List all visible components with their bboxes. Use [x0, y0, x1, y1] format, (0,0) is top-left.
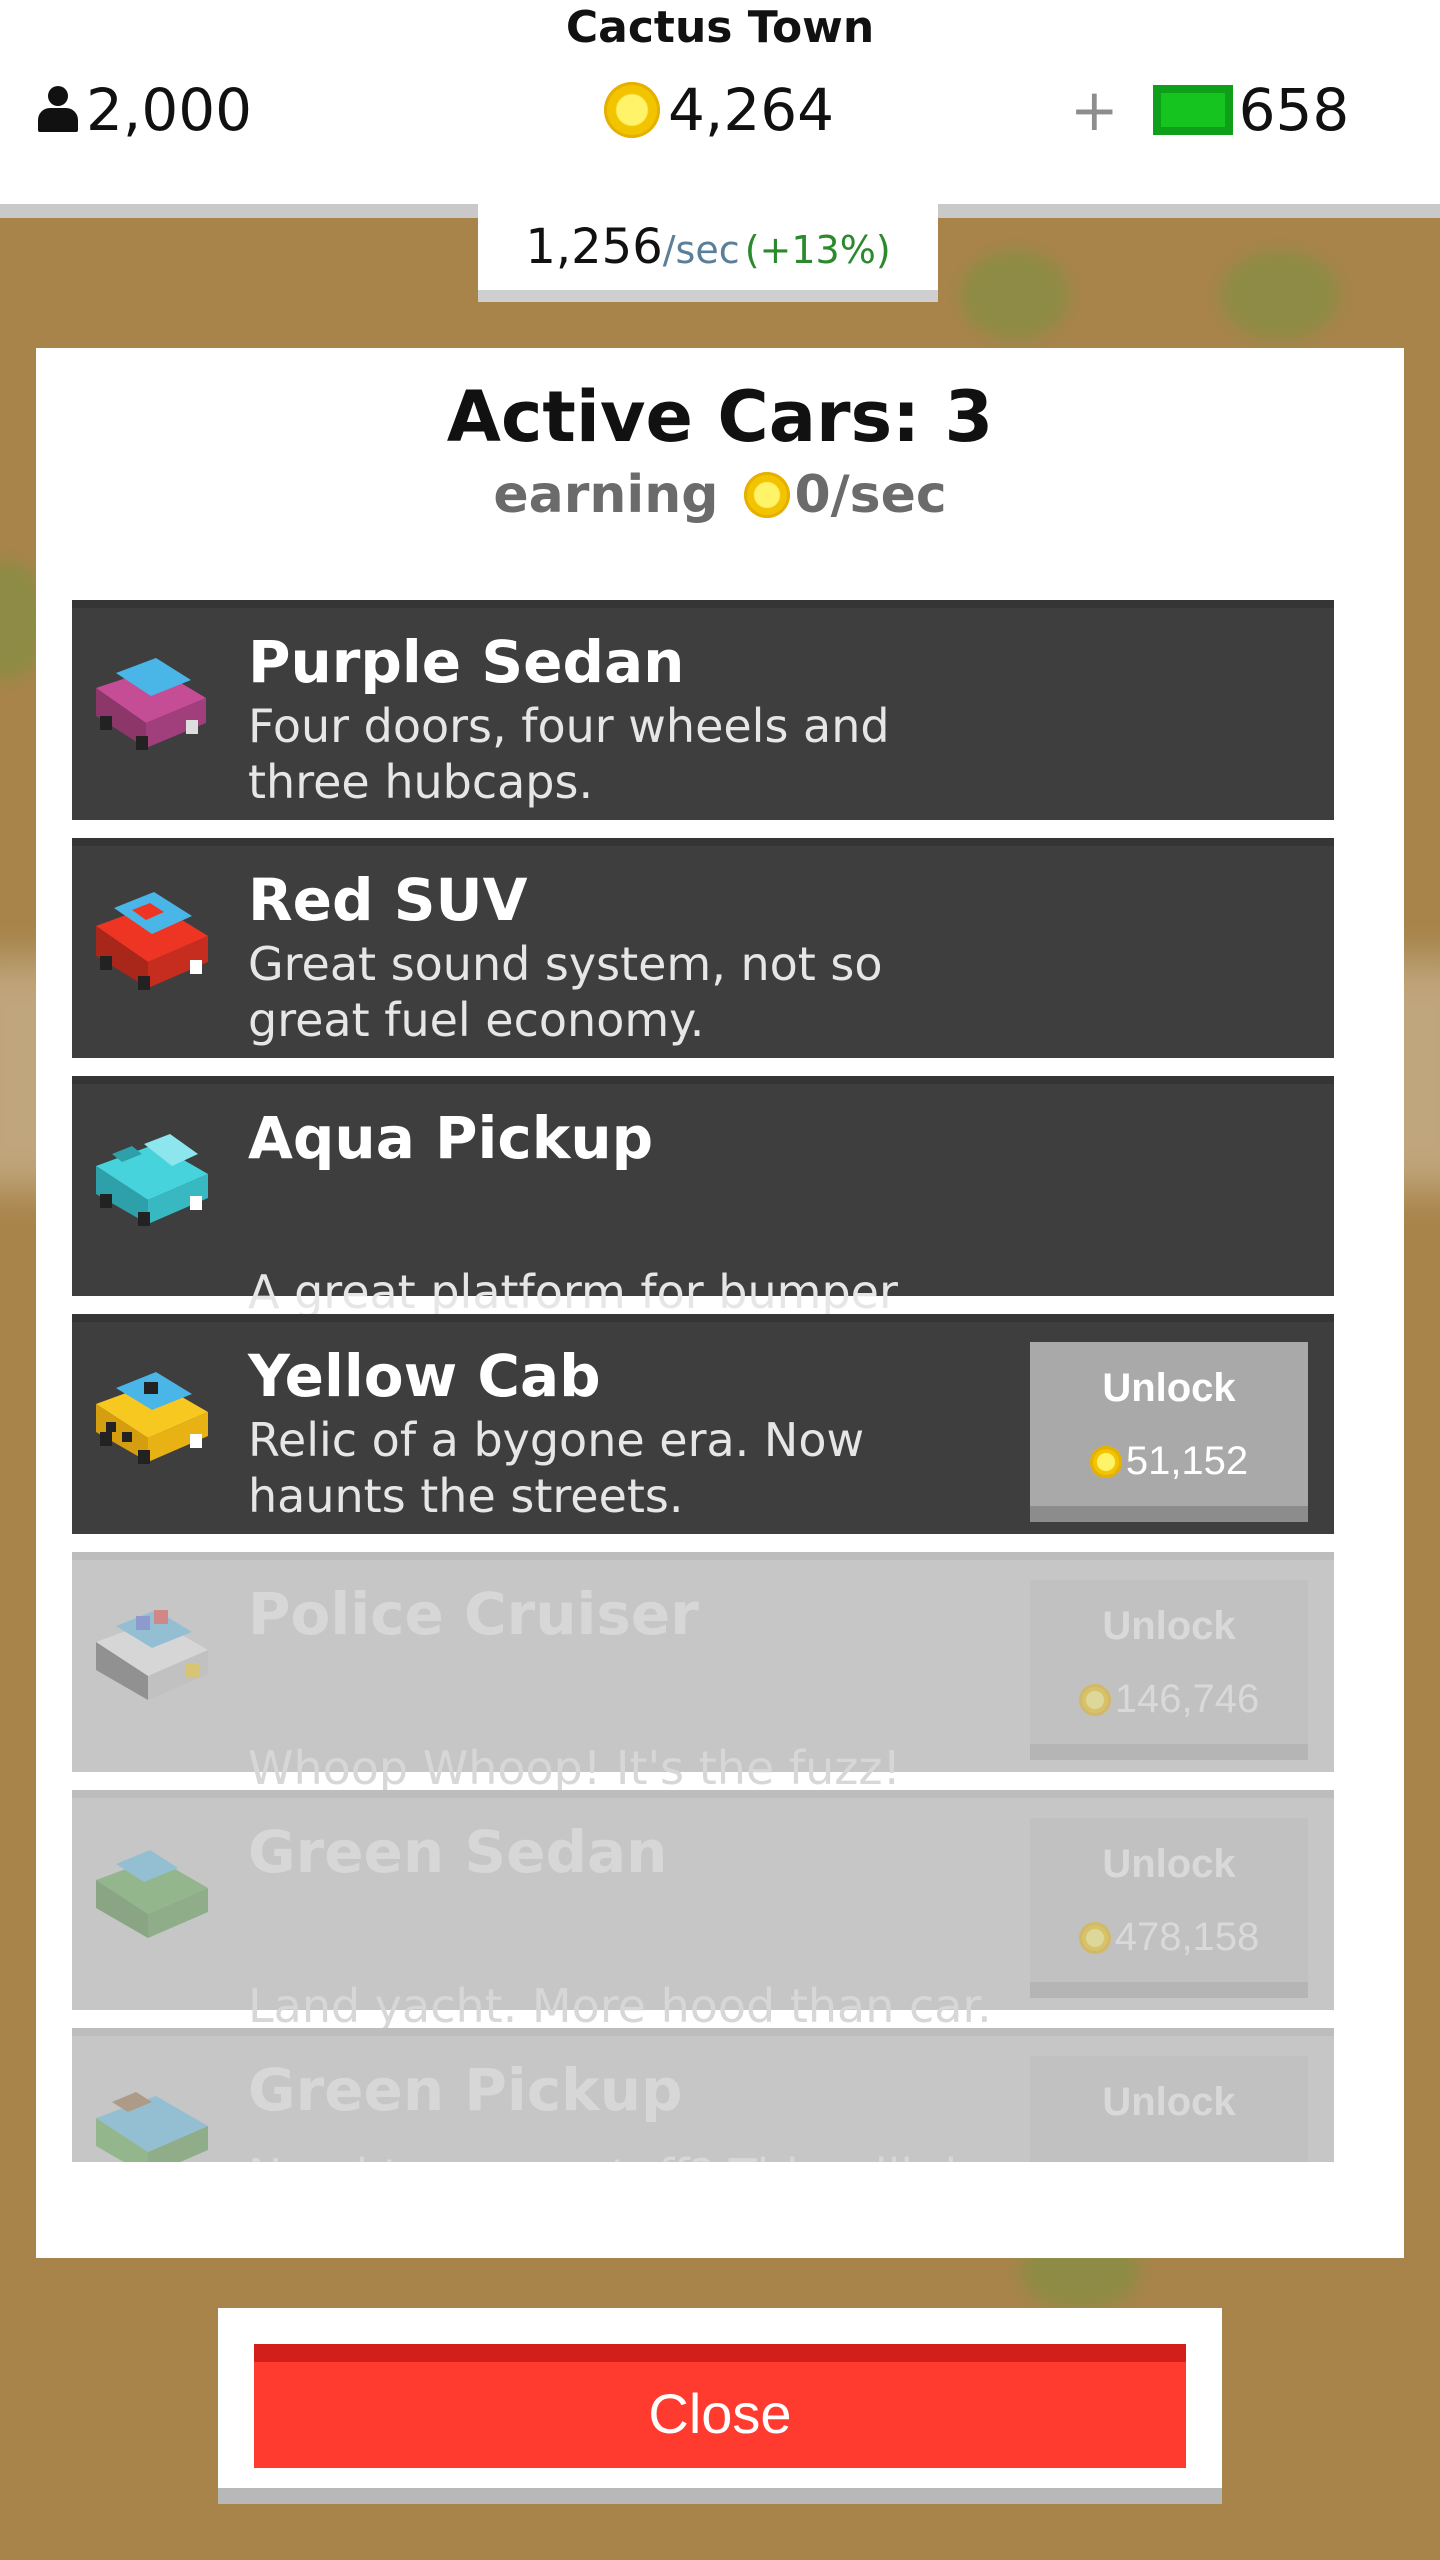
unlock-button: Unlock 478,158: [1030, 1818, 1308, 1998]
coin-icon: [1089, 1445, 1122, 1478]
cars-panel: Active Cars: 3 earning 0/sec Purple Seda…: [36, 348, 1404, 2258]
car-description: Need to move stuff? This will do the: [248, 2148, 1008, 2162]
income-rate-bonus: (+13%): [744, 228, 891, 272]
car-row-red-suv[interactable]: Red SUV Great sound system, not so great…: [72, 838, 1334, 1058]
town-name: Cactus Town: [565, 2, 875, 53]
police-cruiser-icon: [96, 1610, 208, 1700]
earning-label: earning: [493, 465, 719, 525]
car-name: Red SUV: [248, 866, 528, 934]
coin-icon: [604, 82, 660, 138]
car-name: Aqua Pickup: [248, 1104, 654, 1172]
car-description: Four doors, four wheels and three hubcap…: [248, 699, 890, 809]
car-name: Green Pickup: [248, 2056, 683, 2124]
car-description: Relic of a bygone era. Now haunts the st…: [248, 1413, 865, 1523]
cash-icon: [1152, 85, 1233, 135]
close-button[interactable]: Close: [254, 2344, 1186, 2468]
unlock-button[interactable]: Unlock 51,152: [1030, 1342, 1308, 1522]
coin-counter: 4,264: [604, 70, 834, 150]
earning-line: earning 0/sec: [36, 460, 1404, 530]
unlock-price: 51,152: [1030, 1439, 1308, 1484]
coin-value: 4,264: [668, 76, 835, 144]
car-description: Great sound system, not so great fuel ec…: [248, 937, 883, 1047]
person-icon: [36, 84, 80, 136]
income-rate-unit: /sec: [662, 228, 740, 272]
car-list[interactable]: Purple Sedan Four doors, four wheels and…: [72, 600, 1334, 2162]
unlock-price-value: 478,158: [1114, 1915, 1260, 1959]
add-cash-button[interactable]: +: [1070, 76, 1119, 144]
unlock-button: Unlock 146,746: [1030, 1580, 1308, 1760]
coin-icon: [1078, 1683, 1111, 1716]
car-row-aqua-pickup[interactable]: Aqua Pickup A great platform for bumper …: [72, 1076, 1334, 1375]
earning-rate: 0/sec: [794, 465, 947, 525]
green-pickup-icon: [96, 2092, 208, 2162]
car-name: Yellow Cab: [248, 1342, 601, 1410]
population-value: 2,000: [86, 76, 253, 144]
income-rate-value: 1,256: [525, 219, 663, 275]
unlock-label: Unlock: [1102, 1366, 1236, 1410]
top-status-bar: Cactus Town 2,000 4,264 + 658: [0, 0, 1440, 204]
income-rate-tab: 1,256/sec (+13%): [478, 204, 938, 302]
unlock-price: 146,746: [1030, 1677, 1308, 1722]
car-description: Whoop Whoop! It's the fuzz!: [248, 1741, 901, 1795]
car-row-purple-sedan[interactable]: Purple Sedan Four doors, four wheels and…: [72, 600, 1334, 820]
purple-sedan-icon: [96, 658, 206, 750]
panel-title: Active Cars: 3: [446, 376, 994, 458]
coin-icon: [1078, 1921, 1111, 1954]
car-row-police-cruiser: Police Cruiser Whoop Whoop! It's the fuz…: [72, 1552, 1334, 1795]
unlock-price-value: 146,746: [1114, 1677, 1260, 1721]
population-counter: 2,000: [36, 70, 252, 150]
unlock-label: Unlock: [1102, 1604, 1236, 1648]
car-name: Purple Sedan: [248, 628, 685, 696]
unlock-price-value: 51,152: [1125, 1439, 1249, 1483]
car-description: Land yacht. More hood than car.: [248, 1979, 992, 2033]
car-row-green-sedan: Green Sedan Land yacht. More hood than c…: [72, 1790, 1334, 2033]
cash-value: 658: [1238, 76, 1350, 144]
aqua-pickup-icon: [96, 1134, 208, 1226]
green-sedan-icon: [96, 1850, 208, 1938]
car-name: Green Sedan: [248, 1818, 668, 1886]
close-button-frame: Close: [218, 2308, 1222, 2504]
unlock-button: Unlock: [1030, 2056, 1308, 2162]
car-name: Police Cruiser: [248, 1580, 699, 1648]
car-row-yellow-cab[interactable]: Yellow Cab Relic of a bygone era. Now ha…: [72, 1314, 1334, 1534]
cash-counter[interactable]: + 658: [1070, 70, 1349, 150]
red-suv-icon: [96, 892, 208, 990]
car-row-green-pickup: Green Pickup Need to move stuff? This wi…: [72, 2028, 1334, 2162]
coin-icon: [744, 472, 791, 518]
yellow-cab-icon: [96, 1372, 208, 1464]
unlock-label: Unlock: [1102, 2080, 1236, 2124]
unlock-label: Unlock: [1102, 1842, 1236, 1886]
unlock-price: 478,158: [1030, 1915, 1308, 1960]
